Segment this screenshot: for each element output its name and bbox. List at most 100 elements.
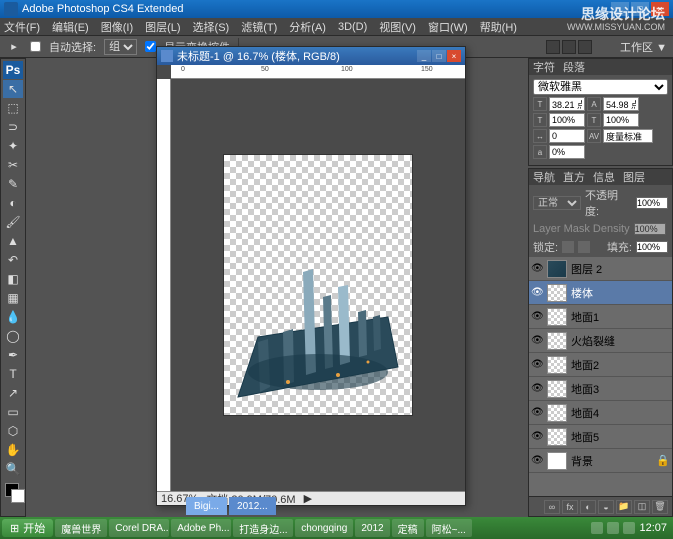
history-brush-tool[interactable]: ↶ [3, 251, 23, 269]
layer-thumbnail[interactable] [547, 452, 567, 470]
document-window[interactable]: 未标题-1 @ 16.7% (楼体, RGB/8) _ □ × 0 50 100… [156, 46, 466, 506]
wand-tool[interactable]: ✦ [3, 137, 23, 155]
layer-name[interactable]: 图层 2 [571, 261, 602, 277]
canvas[interactable] [171, 79, 465, 491]
layer-name[interactable]: 地面2 [571, 357, 599, 373]
layer-thumbnail[interactable] [547, 332, 567, 350]
layer-row[interactable]: 👁 地面3 [529, 377, 672, 401]
layer-name[interactable]: 地面4 [571, 405, 599, 421]
workspace-switcher[interactable]: 工作区 ▼ [620, 39, 667, 55]
eraser-tool[interactable]: ◧ [3, 270, 23, 288]
taskbar-button[interactable]: Corel DRA... [109, 519, 169, 537]
leading-input[interactable] [603, 97, 639, 111]
dodge-tool[interactable]: ◯ [3, 327, 23, 345]
doc-minimize[interactable]: _ [417, 50, 431, 62]
show-transform-checkbox[interactable] [145, 41, 156, 52]
para-tab[interactable]: 段落 [563, 59, 585, 75]
layer-row[interactable]: 👁 地面5 [529, 425, 672, 449]
taskbar-button[interactable]: 2012 [355, 519, 389, 537]
visibility-icon[interactable]: 👁 [531, 431, 543, 443]
visibility-icon[interactable]: 👁 [531, 383, 543, 395]
doc-close[interactable]: × [447, 50, 461, 62]
align-btn[interactable] [546, 40, 560, 54]
dock-tab[interactable]: Bigi... [186, 497, 227, 515]
crop-tool[interactable]: ✂ [3, 156, 23, 174]
visibility-icon[interactable]: 👁 [531, 455, 543, 467]
layer-row[interactable]: 👁地面4 [529, 401, 672, 425]
document-titlebar[interactable]: 未标题-1 @ 16.7% (楼体, RGB/8) _ □ × [157, 47, 465, 65]
stamp-tool[interactable]: ▲ [3, 232, 23, 250]
menu-help[interactable]: 帮助(H) [480, 19, 517, 35]
pen-tool[interactable]: ✒ [3, 346, 23, 364]
delete-layer-icon[interactable]: 🗑 [652, 500, 668, 514]
layer-thumbnail[interactable] [547, 380, 567, 398]
hand-tool[interactable]: ✋ [3, 441, 23, 459]
layer-mask-icon[interactable]: ◐ [580, 500, 596, 514]
mask-density-input[interactable] [634, 223, 666, 235]
layer-thumbnail[interactable] [547, 404, 567, 422]
align-btn[interactable] [562, 40, 576, 54]
link-layers-icon[interactable]: ∞ [544, 500, 560, 514]
taskbar-button[interactable]: 阿松~... [426, 519, 472, 537]
nav-tab[interactable]: 导航 [533, 169, 555, 185]
layers-tab[interactable]: 图层 [623, 169, 645, 185]
eyedropper-tool[interactable]: ✎ [3, 175, 23, 193]
layer-name[interactable]: 楼体 [571, 285, 593, 301]
auto-select-checkbox[interactable] [30, 41, 41, 52]
layer-thumbnail[interactable] [547, 356, 567, 374]
layer-row[interactable]: 👁地面1 [529, 305, 672, 329]
taskbar-button[interactable]: 打造身边... [233, 519, 293, 537]
menu-image[interactable]: 图像(I) [101, 19, 133, 35]
menu-layer[interactable]: 图层(L) [145, 19, 180, 35]
layer-thumbnail[interactable] [547, 284, 567, 302]
type-tool[interactable]: T [3, 365, 23, 383]
menu-select[interactable]: 选择(S) [193, 19, 230, 35]
lock-trans-icon[interactable] [562, 241, 574, 253]
layer-name[interactable]: 地面3 [571, 381, 599, 397]
menu-edit[interactable]: 编辑(E) [52, 19, 89, 35]
group-icon[interactable]: 📁 [616, 500, 632, 514]
move-tool[interactable]: ↖ [3, 80, 23, 98]
layer-name[interactable]: 火焰裂缝 [571, 333, 615, 349]
artboard[interactable] [223, 154, 413, 416]
blend-mode[interactable]: 正常 [533, 196, 581, 210]
layer-row[interactable]: 👁背景🔒 [529, 449, 672, 473]
vscale-input[interactable] [603, 113, 639, 127]
visibility-icon[interactable]: 👁 [531, 359, 543, 371]
layer-name[interactable]: 背景 [571, 453, 593, 469]
auto-select-mode[interactable]: 组 [104, 39, 137, 55]
menu-3d[interactable]: 3D(D) [338, 21, 367, 33]
menu-view[interactable]: 视图(V) [379, 19, 416, 35]
kerning-input[interactable] [603, 129, 653, 143]
tray-icon[interactable] [607, 522, 619, 534]
layer-thumbnail[interactable] [547, 260, 567, 278]
font-select[interactable]: 微软雅黑 [533, 79, 668, 95]
blur-tool[interactable]: 💧 [3, 308, 23, 326]
visibility-icon[interactable]: 👁 [531, 311, 543, 323]
layer-style-icon[interactable]: fx [562, 500, 578, 514]
heal-tool[interactable]: ◐ [3, 194, 23, 212]
char-tab[interactable]: 字符 [533, 59, 555, 75]
layer-row[interactable]: 👁图层 2 [529, 257, 672, 281]
hist-tab[interactable]: 直方 [563, 169, 585, 185]
start-button[interactable]: ⊞ 开始 [2, 519, 53, 537]
tracking-input[interactable] [549, 129, 585, 143]
layer-name[interactable]: 地面5 [571, 429, 599, 445]
align-btn[interactable] [578, 40, 592, 54]
gradient-tool[interactable]: ▦ [3, 289, 23, 307]
new-layer-icon[interactable]: ◫ [634, 500, 650, 514]
tray-icon[interactable] [623, 522, 635, 534]
info-tab[interactable]: 信息 [593, 169, 615, 185]
layer-thumbnail[interactable] [547, 308, 567, 326]
hscale-input[interactable] [549, 113, 585, 127]
taskbar-button[interactable]: 魔兽世界 [55, 519, 107, 537]
adj-layer-icon[interactable]: ◒ [598, 500, 614, 514]
opacity-input[interactable] [636, 197, 668, 209]
taskbar-button[interactable]: chongqing [295, 519, 353, 537]
layer-row[interactable]: 👁 地面2 [529, 353, 672, 377]
menu-file[interactable]: 文件(F) [4, 19, 40, 35]
tray-icon[interactable] [591, 522, 603, 534]
dock-tab[interactable]: 2012... [229, 497, 276, 515]
doc-maximize[interactable]: □ [432, 50, 446, 62]
taskbar-button[interactable]: 定稿 [392, 519, 424, 537]
